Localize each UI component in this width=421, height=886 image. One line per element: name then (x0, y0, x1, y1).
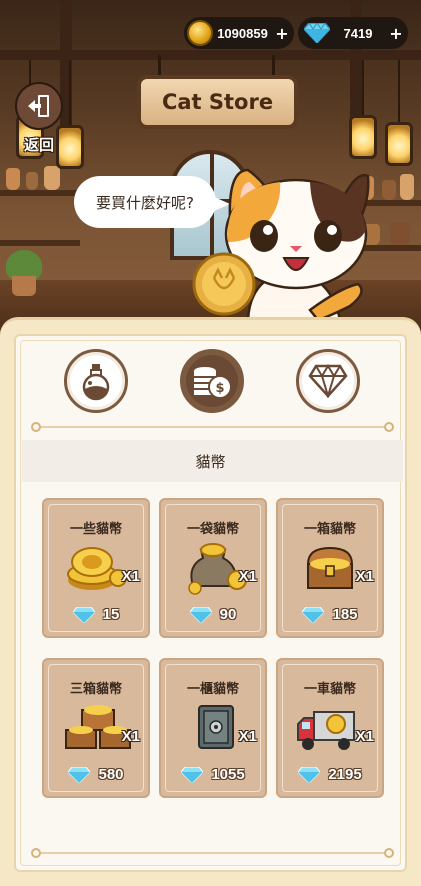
price-value: 90 (219, 606, 237, 623)
item-grid: 一些貓幣 X1 15 一袋貓幣 X1 90 一箱貓幣 X1 185 三箱貓幣 X… (16, 336, 405, 870)
ornament-divider (31, 848, 394, 858)
item-title: 三箱貓幣 (69, 682, 122, 697)
lantern (385, 122, 413, 166)
shopkeeper-cat (192, 168, 370, 322)
shop-panel: $ 貓幣 一些貓幣 X1 15 一袋貓幣 X1 90 一箱貓幣 X1 185 三… (0, 317, 421, 886)
coin-amount: 1090859 (217, 25, 268, 41)
jar (400, 174, 414, 200)
item-price: 2195 (278, 766, 382, 783)
plant-pot (12, 276, 36, 296)
jar (382, 180, 396, 200)
diamond-icon (298, 766, 321, 783)
sign-chain (272, 55, 275, 77)
jar (6, 168, 20, 190)
item-quantity: X1 (355, 728, 374, 745)
item-title: 一車貓幣 (303, 682, 356, 697)
price-value: 1055 (211, 766, 245, 783)
three-chests-icon (65, 705, 131, 749)
lamp-cord (362, 60, 364, 115)
item-price: 580 (44, 766, 148, 783)
item-card-coin-chest[interactable]: 一箱貓幣 X1 185 (276, 498, 384, 638)
shelf (0, 190, 80, 196)
add-coins-button[interactable]: + (272, 24, 292, 43)
lamp-cord (398, 60, 400, 122)
item-card-coin-bag[interactable]: 一袋貓幣 X1 90 (159, 498, 267, 638)
item-title: 一些貓幣 (69, 522, 122, 537)
item-price: 185 (278, 606, 382, 623)
item-quantity: X1 (121, 568, 140, 585)
gold-coins-icon (67, 547, 127, 590)
treasure-chest-icon (306, 546, 354, 589)
coin-truck-icon (297, 711, 355, 750)
store-sign-text: Cat Store (161, 90, 274, 114)
diamond-icon (302, 606, 325, 623)
jar (390, 222, 410, 245)
shelf (0, 240, 80, 246)
add-gems-button[interactable]: + (386, 24, 406, 43)
item-title: 一櫃貓幣 (186, 682, 239, 697)
coin-bag-icon (188, 543, 247, 595)
gem-balance[interactable]: 7419 + (298, 17, 408, 49)
item-quantity: X1 (238, 728, 257, 745)
back-label: 返回 (23, 136, 54, 154)
shop-panel-inner: $ 貓幣 一些貓幣 X1 15 一袋貓幣 X1 90 一箱貓幣 X1 185 三… (14, 334, 407, 872)
lamp-cord (69, 60, 71, 125)
back-button[interactable]: 返回 (10, 82, 68, 158)
item-card-coin-safe[interactable]: 一櫃貓幣 X1 1055 (159, 658, 267, 798)
price-value: 185 (332, 606, 358, 623)
safe-icon (198, 705, 234, 749)
speech-bubble-text: 要買什麼好呢? (96, 193, 194, 212)
lantern (349, 115, 377, 159)
exit-door-icon (15, 82, 63, 130)
price-value: 15 (102, 606, 120, 623)
diamond-icon (72, 606, 95, 623)
item-price: 15 (44, 606, 148, 623)
item-quantity: X1 (238, 568, 257, 585)
item-price: 90 (161, 606, 265, 623)
item-quantity: X1 (121, 728, 140, 745)
coin-icon (187, 20, 213, 46)
item-title: 一袋貓幣 (186, 522, 239, 537)
item-title: 一箱貓幣 (303, 522, 356, 537)
gem-amount: 7419 (343, 25, 373, 41)
price-value: 580 (98, 766, 124, 783)
diamond-icon (181, 766, 204, 783)
item-price: 1055 (161, 766, 265, 783)
item-card-coin-truck[interactable]: 一車貓幣 X1 2195 (276, 658, 384, 798)
item-card-some-coins[interactable]: 一些貓幣 X1 15 (42, 498, 150, 638)
item-card-three-chests[interactable]: 三箱貓幣 X1 580 (42, 658, 150, 798)
diamond-icon (68, 766, 91, 783)
diamond-icon (304, 23, 330, 43)
price-value: 2195 (328, 766, 362, 783)
diamond-icon (189, 606, 212, 623)
store-sign: Cat Store (137, 75, 298, 129)
item-quantity: X1 (355, 568, 374, 585)
jar (44, 166, 60, 190)
coin-balance[interactable]: 1090859 + (184, 17, 294, 49)
sign-chain (158, 55, 161, 77)
jar (26, 172, 38, 190)
